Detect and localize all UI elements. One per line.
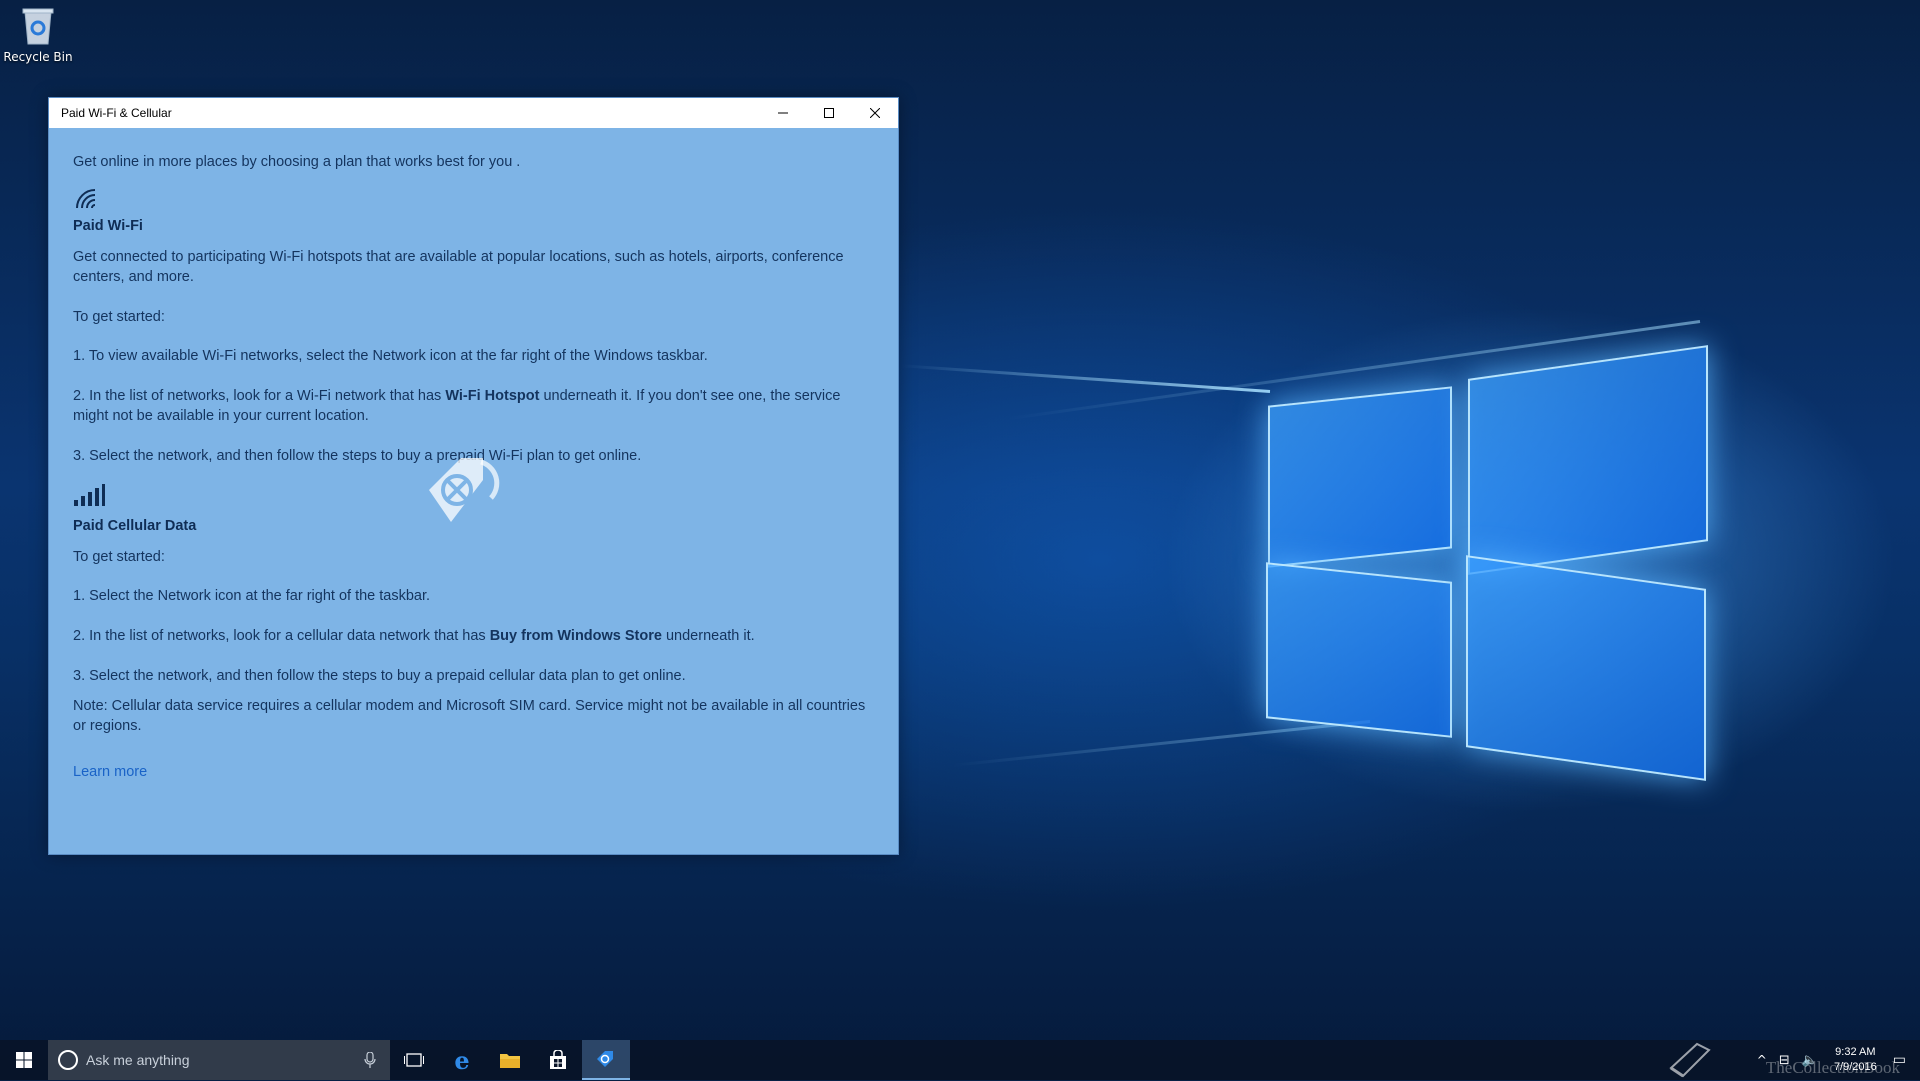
folder-icon — [500, 1054, 520, 1068]
file-explorer-taskbar-button[interactable] — [486, 1040, 534, 1080]
cellular-step-3: 3. Select the network, and then follow t… — [73, 668, 686, 684]
paid-wifi-taskbar-button[interactable] — [582, 1040, 630, 1080]
learn-more-link[interactable]: Learn more — [73, 764, 147, 780]
edge-icon: e — [454, 1045, 470, 1075]
window-title: Paid Wi-Fi & Cellular — [61, 106, 172, 120]
paid-wifi-heading: Paid Wi-Fi — [73, 218, 143, 234]
cellular-step-2: 2. In the list of networks, look for a c… — [73, 628, 755, 644]
cellular-get-started: To get started: — [73, 549, 165, 565]
task-view-icon — [404, 1053, 424, 1067]
edge-taskbar-button[interactable]: e — [438, 1040, 486, 1080]
cellular-note: Note: Cellular data service requires a c… — [73, 698, 866, 734]
wifi-step-1: 1. To view available Wi-Fi networks, sel… — [73, 348, 708, 364]
watermark-text: TheCollectionBook — [1765, 1058, 1900, 1077]
minimize-button[interactable] — [760, 98, 806, 128]
intro-text: Get online in more places by choosing a … — [73, 154, 521, 170]
microphone-icon[interactable] — [364, 1052, 376, 1068]
windows-start-icon — [16, 1052, 32, 1068]
cellular-step-1: 1. Select the Network icon at the far ri… — [73, 588, 431, 604]
paid-wifi-app-logo-icon — [421, 450, 521, 534]
buy-from-store-label: Buy from Windows Store — [489, 628, 662, 644]
cortana-search-box[interactable]: Ask me anything — [48, 1040, 390, 1080]
task-view-button[interactable] — [390, 1040, 438, 1080]
light-beam — [952, 720, 1371, 767]
title-bar[interactable]: Paid Wi-Fi & Cellular — [49, 98, 898, 128]
recycle-bin-icon — [20, 6, 56, 46]
search-placeholder: Ask me anything — [86, 1052, 190, 1068]
maximize-icon — [824, 108, 834, 118]
wifi-hotspot-label: Wi-Fi Hotspot — [445, 388, 540, 404]
recycle-bin-label: Recycle Bin — [3, 50, 73, 64]
paid-wifi-app-icon — [597, 1051, 613, 1067]
maximize-button[interactable] — [806, 98, 852, 128]
minimize-icon — [778, 112, 788, 114]
app-window: Paid Wi-Fi & Cellular Get online in more… — [48, 97, 899, 855]
cortana-icon — [58, 1050, 78, 1070]
wifi-step-2: 2. In the list of networks, look for a W… — [73, 388, 841, 424]
taskbar: Ask me anything e ^ ⊟ 🔈 9:32 AM 7/9/2016… — [0, 1040, 1920, 1080]
start-button[interactable] — [0, 1040, 48, 1080]
book-logo-icon — [1667, 1040, 1711, 1081]
wifi-icon — [73, 186, 874, 216]
wifi-get-started: To get started: — [73, 309, 165, 325]
paid-wifi-description: Get connected to participating Wi-Fi hot… — [73, 249, 844, 285]
store-taskbar-button[interactable] — [534, 1040, 582, 1080]
close-icon — [870, 108, 880, 118]
store-bag-icon — [550, 1050, 566, 1069]
recycle-bin[interactable]: Recycle Bin — [2, 6, 74, 64]
close-button[interactable] — [852, 98, 898, 128]
